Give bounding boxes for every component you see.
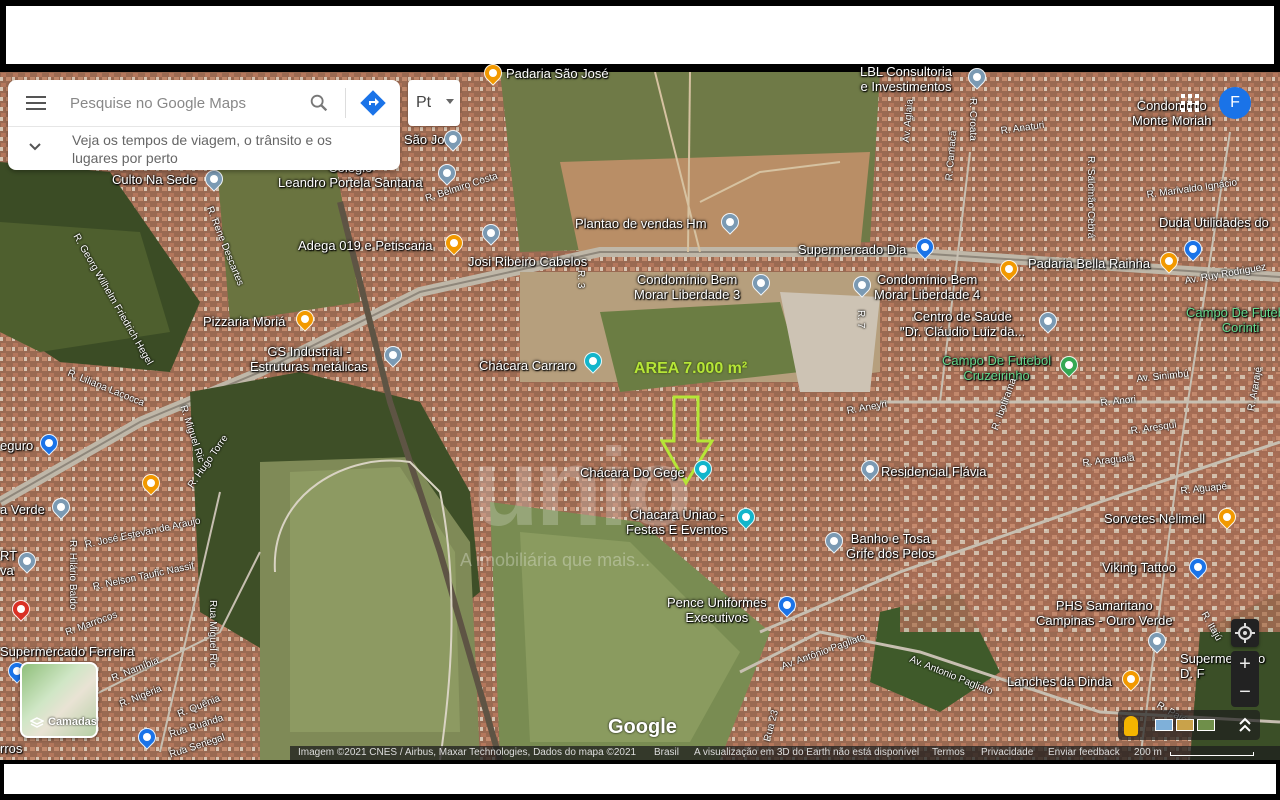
search-input[interactable] bbox=[70, 90, 295, 116]
place-adega-019[interactable]: Adega 019 e Petiscaria bbox=[298, 238, 432, 253]
earth-3d-notice: A visualização em 3D do Earth não está d… bbox=[694, 747, 920, 758]
zoom-out-button[interactable]: − bbox=[1231, 679, 1259, 707]
imagery-thumb-1[interactable] bbox=[1155, 719, 1173, 731]
scale-bar bbox=[1170, 752, 1254, 756]
street-label: R. 7 bbox=[855, 310, 866, 329]
map-footer: Imagem ©2021 CNES / Airbus, Maxar Techno… bbox=[290, 746, 1280, 760]
imagery-credit: Imagem ©2021 CNES / Airbus, Maxar Techno… bbox=[298, 747, 637, 758]
layers-icon bbox=[30, 717, 44, 728]
place-campo-futebol-corinthians[interactable]: Campo De FutebolCorinti bbox=[1186, 305, 1280, 335]
apps-grid-icon[interactable] bbox=[1181, 94, 1199, 112]
caret-down-icon bbox=[446, 99, 454, 104]
imagery-thumb-2[interactable] bbox=[1176, 719, 1194, 731]
place-padaria-sao-jose[interactable]: Padaria São José bbox=[506, 66, 609, 81]
place-condominio-monte-moriah[interactable]: Condomínio Monte Moriah bbox=[1132, 98, 1211, 128]
place-supermercado-dia[interactable]: Supermercado Dia bbox=[798, 242, 906, 257]
place-pizzaria-moria[interactable]: Pizzaria Moriá bbox=[203, 314, 285, 329]
travel-time-hint[interactable]: Veja os tempos de viagem, o trânsito e o… bbox=[72, 131, 372, 167]
place-chacara-uniao[interactable]: Chacara Uniao - Festas E Eventos bbox=[626, 507, 728, 537]
place-bem-morar-3[interactable]: Condomínio Bem Morar Liberdade 3 bbox=[634, 272, 740, 302]
place-seguro[interactable]: eguro bbox=[0, 438, 33, 453]
place-viking-tattoo[interactable]: Viking Tattoo bbox=[1102, 560, 1176, 575]
expand-up-icon[interactable] bbox=[1238, 716, 1252, 734]
place-centro-saude[interactable]: Centro de Saúde "Dr. Cláudio Luiz da... bbox=[900, 309, 1025, 339]
zoom-in-button[interactable]: + bbox=[1231, 651, 1259, 679]
scale-label[interactable]: 200 m bbox=[1134, 746, 1162, 760]
place-culto-na-sede[interactable]: Culto Na Sede bbox=[112, 172, 197, 187]
bottom-blank-area bbox=[4, 764, 1276, 794]
zoom-controls: + − bbox=[1231, 651, 1259, 707]
place-residencial-flavia[interactable]: Residencial Flávia bbox=[881, 464, 987, 479]
area-annotation: AREA 7.000 m² bbox=[634, 360, 748, 377]
place-lbl-consultoria[interactable]: LBL Consultoria e Investimentos bbox=[860, 64, 952, 94]
chevron-down-icon[interactable] bbox=[28, 142, 42, 152]
place-campo-cruzeirinho[interactable]: Campo De Futebol Cruzeirinho bbox=[942, 353, 1051, 383]
crosshair-icon bbox=[1235, 623, 1255, 643]
place-a-verde[interactable]: a Verde bbox=[0, 502, 45, 517]
street-label: R. Salomão Cebrá bbox=[1085, 156, 1096, 239]
place-rt-va[interactable]: RT va bbox=[0, 548, 17, 578]
place-phs-samaritano[interactable]: PHS Samaritano Campinas - Ouro Verde bbox=[1036, 598, 1173, 628]
search-panel-divider bbox=[8, 126, 400, 127]
place-chacara-carraro[interactable]: Chácara Carraro bbox=[479, 358, 576, 373]
language-label: Pt bbox=[416, 94, 432, 111]
my-location-button[interactable] bbox=[1231, 619, 1259, 647]
menu-icon[interactable] bbox=[26, 96, 46, 110]
place-pence-uniformes[interactable]: Pence Uniformes Executivos bbox=[667, 595, 767, 625]
street-label: R. 3 bbox=[575, 270, 586, 289]
street-label: R. Hilário Baldo bbox=[67, 540, 78, 610]
country-link[interactable]: Brasil bbox=[654, 746, 679, 760]
search-divider bbox=[345, 88, 346, 118]
search-icon[interactable] bbox=[308, 92, 330, 114]
place-rros[interactable]: rros bbox=[0, 741, 22, 756]
directions-icon[interactable] bbox=[360, 90, 386, 116]
privacy-link[interactable]: Privacidade bbox=[981, 746, 1033, 760]
google-logo: Google bbox=[608, 716, 677, 738]
street-label: R. Croata bbox=[967, 98, 978, 141]
place-padaria-bella-rainha[interactable]: Padaria Bella Rainha bbox=[1028, 256, 1150, 271]
place-lanches-dinda[interactable]: Lanches da Dinda bbox=[1007, 674, 1112, 689]
street-label: Rua Miguel Ric bbox=[207, 600, 218, 668]
place-sorvetes-nelimell[interactable]: Sorvetes Nelimell bbox=[1104, 511, 1205, 526]
pegman-icon[interactable] bbox=[1124, 716, 1138, 736]
place-banho-tosa[interactable]: Banho e Tosa Grife dos Pelos bbox=[846, 531, 935, 561]
language-selector[interactable]: Pt bbox=[408, 80, 460, 126]
feedback-link[interactable]: Enviar feedback bbox=[1048, 746, 1120, 760]
place-bem-morar-4[interactable]: Condomínio Bem Morar Liberdade 4 bbox=[874, 272, 980, 302]
place-plantao-vendas[interactable]: Plantao de vendas Hm bbox=[575, 216, 707, 231]
place-chacara-gege[interactable]: Chácara Do Gege bbox=[580, 465, 685, 480]
top-blank-area bbox=[6, 6, 1274, 64]
place-supermercado-ferreira[interactable]: Supermercado Ferreira bbox=[0, 644, 134, 659]
place-gs-industrial[interactable]: GS Industrial - Estruturas metálicas bbox=[250, 344, 368, 374]
imagery-thumb-3[interactable] bbox=[1197, 719, 1215, 731]
terms-link[interactable]: Termos bbox=[932, 746, 965, 760]
watermark-tagline: A imobiliária que mais... bbox=[460, 550, 651, 570]
place-josi-ribeiro[interactable]: Josi Ribeiro Cabelos bbox=[468, 254, 587, 269]
place-duda-utilidades[interactable]: Duda Utilidades do bbox=[1159, 215, 1269, 230]
account-avatar[interactable]: F bbox=[1219, 87, 1251, 119]
layers-label: Camadas bbox=[48, 716, 97, 728]
